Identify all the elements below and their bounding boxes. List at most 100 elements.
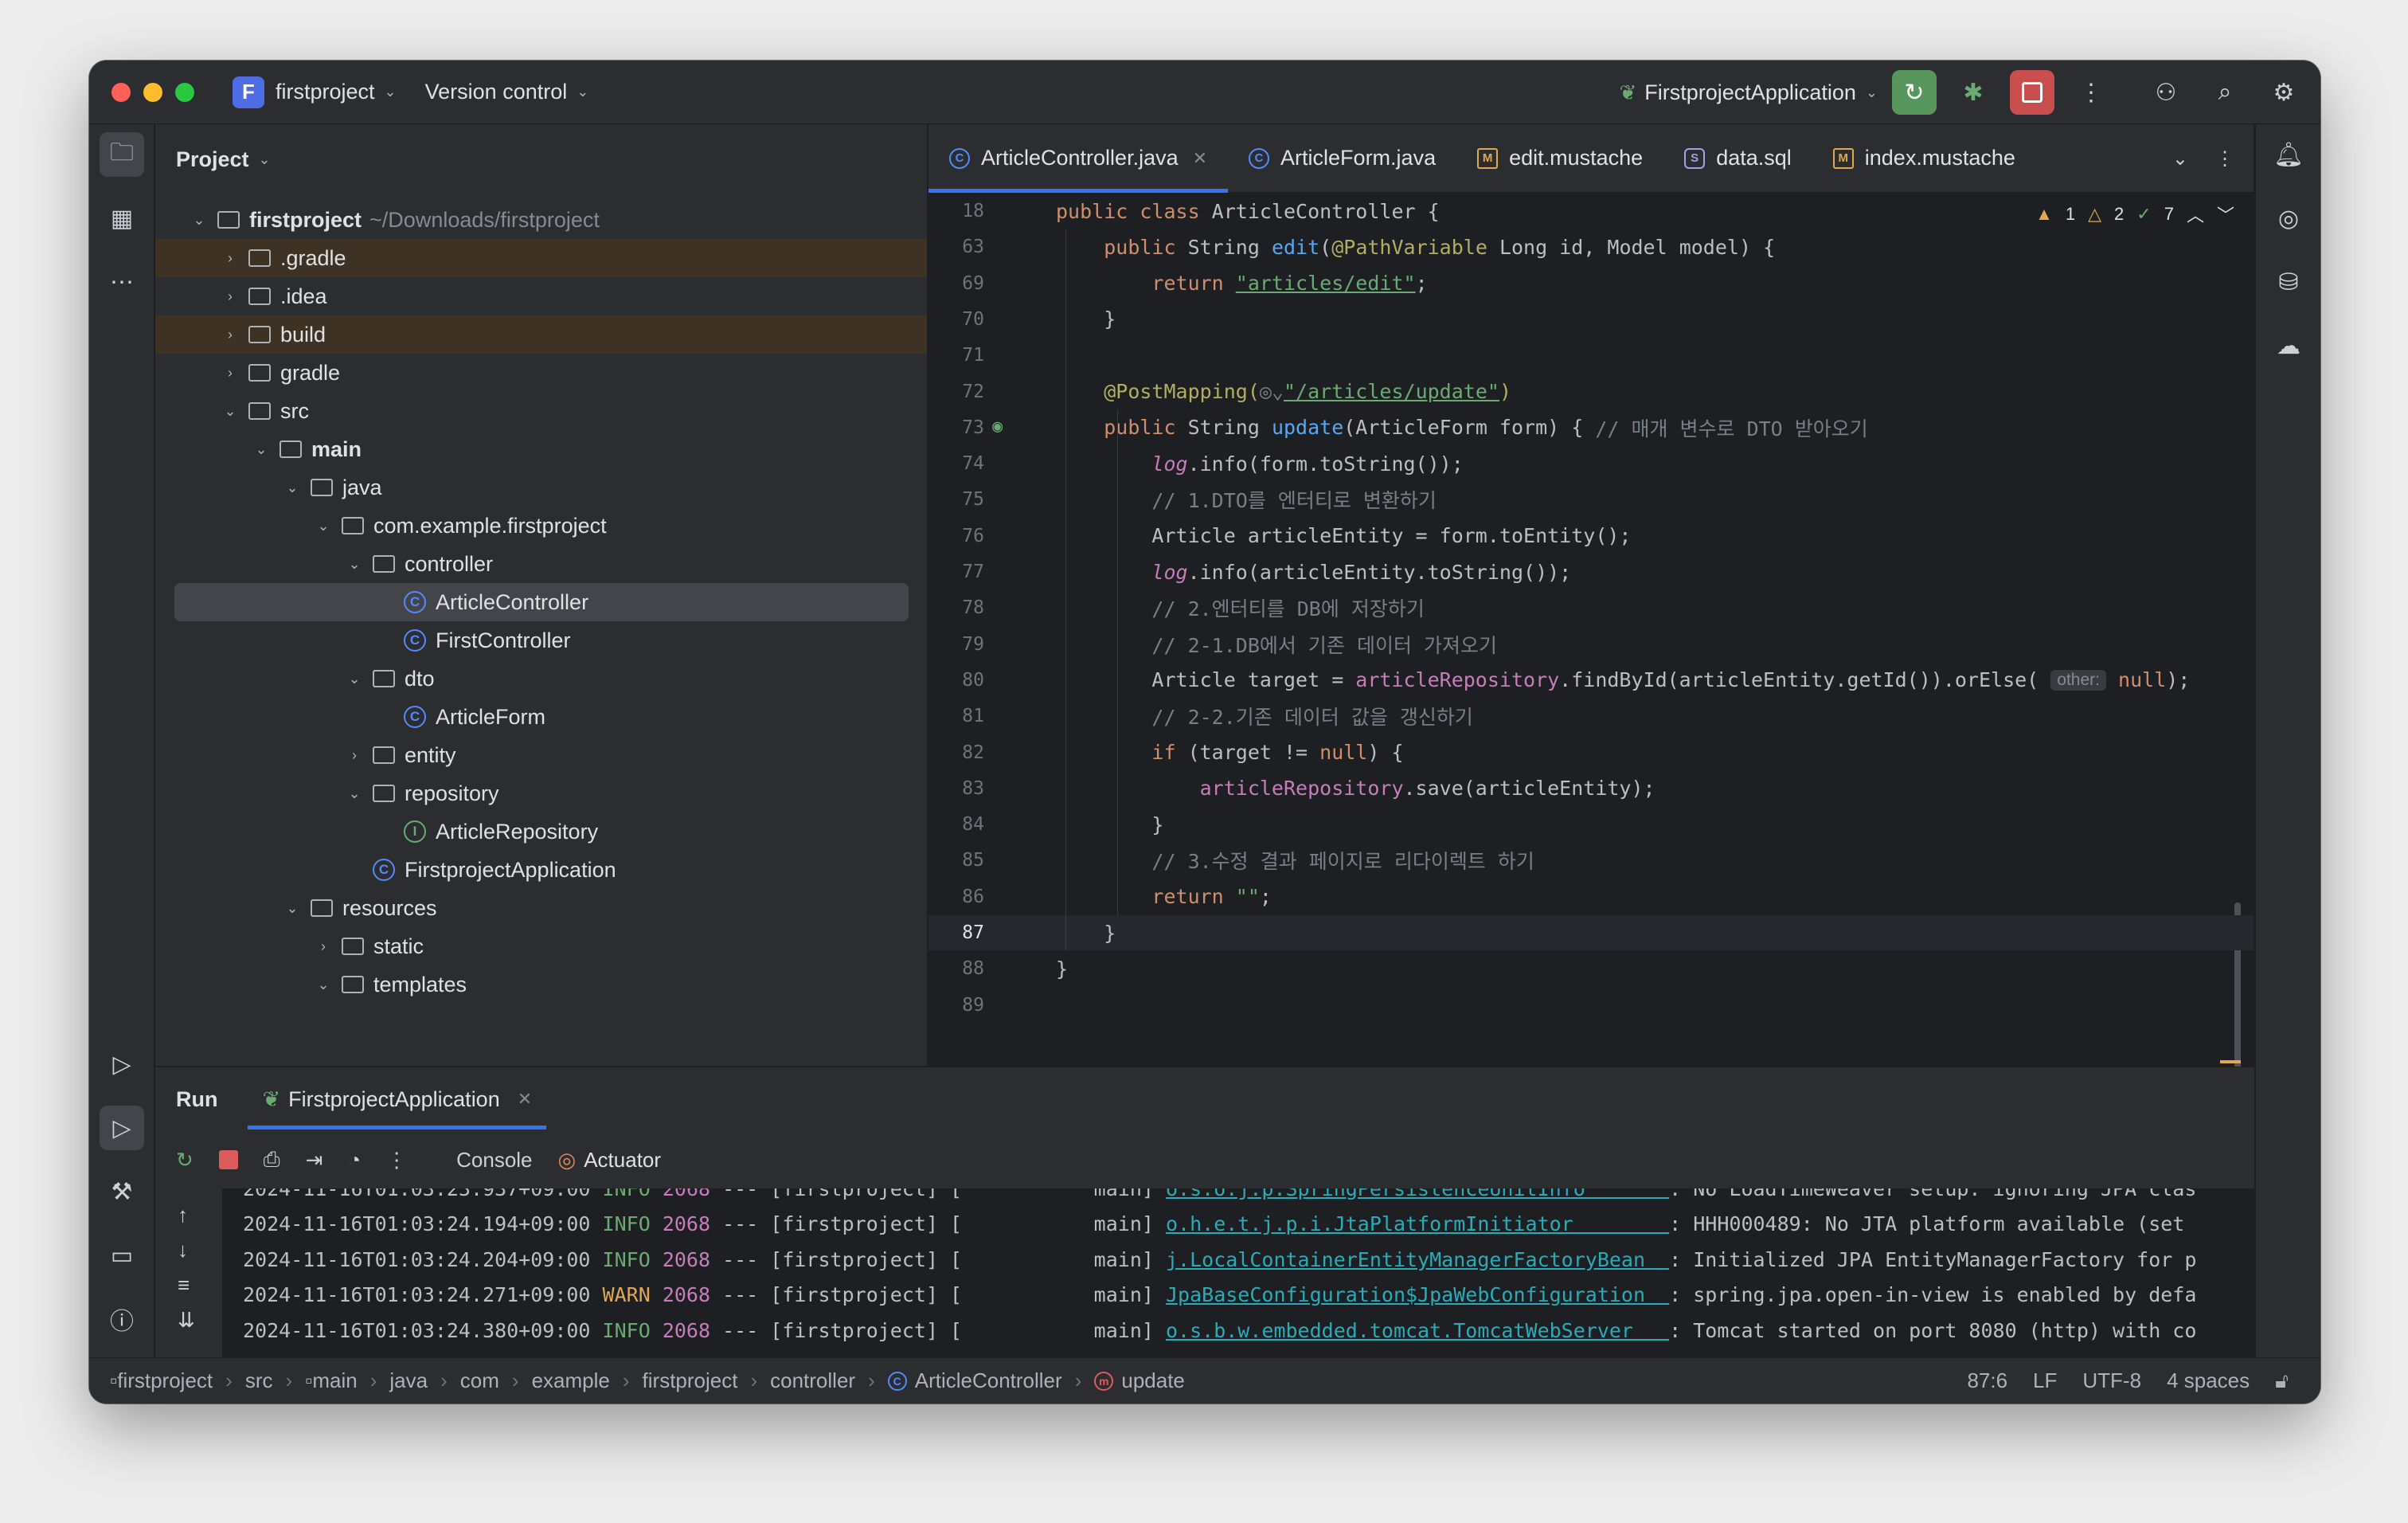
breadcrumb-item[interactable]: firstproject (643, 1368, 738, 1393)
tree-item[interactable]: ⌄ controller (155, 545, 927, 583)
run-configuration-selector[interactable]: ❦ FirstprojectApplication ⌄ (1619, 80, 1878, 105)
search-everywhere-button[interactable]: ⌕ (2203, 70, 2247, 115)
code-line[interactable]: 74 log .info(form.toString()); (928, 446, 2254, 481)
chevron-right-icon[interactable]: › (342, 747, 366, 764)
stop-button[interactable] (2010, 70, 2054, 115)
notifications-button[interactable]: 🔔︎ (2266, 132, 2311, 177)
project-switcher[interactable]: firstproject (276, 80, 375, 104)
close-icon[interactable]: ✕ (518, 1089, 532, 1110)
tree-item[interactable]: › static (155, 927, 927, 965)
chevron-down-icon[interactable]: ⌄ (2172, 147, 2188, 170)
code-line[interactable]: 78 // 2.엔터티를 DB에 저장하기 (928, 590, 2254, 625)
settings-button[interactable]: ⚙ (2261, 70, 2306, 115)
debug-button[interactable]: ✱ (1951, 70, 1996, 115)
tree-item[interactable]: C FirstprojectApplication (155, 851, 927, 889)
tree-item[interactable]: ⌄ templates (155, 965, 927, 1004)
log-logger[interactable]: o.s.b.w.embedded.tomcat.TomcatWebServer (1166, 1319, 1669, 1342)
chevron-right-icon[interactable]: › (218, 250, 242, 267)
chevron-down-icon[interactable]: ⌄ (342, 556, 366, 573)
more-tools-button[interactable]: ⋯ (100, 260, 144, 304)
editor-tab[interactable]: C ArticleController.java ✕ (928, 124, 1229, 193)
code-line[interactable]: 81 // 2-2.기존 데이터 값을 갱신하기 (928, 699, 2254, 734)
code-line[interactable]: 80 Article target = articleRepository .fi… (928, 663, 2254, 698)
terminal-tool-button[interactable]: ▭ (100, 1233, 144, 1278)
code-line[interactable]: 69 return "articles/edit"; (928, 266, 2254, 301)
chevron-down-icon[interactable]: ⌄ (280, 900, 304, 917)
code-line[interactable]: 71 (928, 338, 2254, 373)
tree-item[interactable]: › .gradle (155, 239, 927, 277)
code-line[interactable]: 77 log .info(articleEntity.toString()); (928, 554, 2254, 589)
chevron-down-icon[interactable]: ⌄ (187, 212, 211, 229)
code-line[interactable]: 70 } (928, 302, 2254, 337)
tree-item[interactable]: ⌄ dto (155, 660, 927, 698)
breadcrumb-item[interactable]: firstproject (117, 1368, 213, 1393)
exit-icon[interactable]: ⇥ (306, 1148, 323, 1173)
log-logger[interactable]: j.LocalContainerEntityManagerFactoryBean (1166, 1248, 1669, 1271)
chevron-down-icon[interactable]: ⌄ (342, 785, 366, 802)
chevron-right-icon[interactable]: › (218, 327, 242, 343)
code-line[interactable]: 88} (928, 951, 2254, 986)
code-line[interactable]: 86 return ""; (928, 879, 2254, 914)
gauge-icon[interactable]: ◔ (348, 1148, 361, 1173)
ai-assistant-button[interactable]: ◎ (2266, 196, 2311, 241)
code-with-me-button[interactable]: ⚇ (2144, 70, 2188, 115)
console-tab[interactable]: Console (456, 1148, 532, 1173)
close-icon[interactable]: ✕ (1193, 148, 1207, 169)
more-vertical-icon[interactable]: ⋮ (2215, 147, 2234, 170)
tree-item[interactable]: › gradle (155, 354, 927, 392)
code-line[interactable]: 63 public String edit(@PathVariable Long… (928, 229, 2254, 264)
editor-tab[interactable]: C ArticleForm.java (1228, 124, 1456, 193)
file-encoding[interactable]: UTF-8 (2082, 1368, 2141, 1393)
breadcrumb-item[interactable]: java (389, 1368, 428, 1393)
minimize-window-button[interactable] (143, 82, 162, 102)
stop-icon[interactable] (218, 1150, 238, 1169)
run-tool-button[interactable]: ▷ (100, 1106, 144, 1150)
tree-item[interactable]: ⌄ firstproject ~/Downloads/firstproject (155, 201, 927, 239)
code-line[interactable]: 73 ◉ public String update (ArticleForm for… (928, 410, 2254, 445)
scroll-to-end-icon[interactable]: ⇊ (178, 1308, 195, 1333)
warning-stripe-mark[interactable] (2220, 1060, 2241, 1063)
zoom-window-button[interactable] (175, 82, 194, 102)
close-window-button[interactable] (111, 82, 131, 102)
arrow-down-icon[interactable]: ↓ (178, 1238, 188, 1263)
caret-position[interactable]: 87:6 (1967, 1368, 2007, 1393)
code-line[interactable]: 72 @PostMapping(◎⌄ "/articles/update") (928, 374, 2254, 409)
code-line[interactable]: 82 if (target != null) { (928, 735, 2254, 770)
project-badge[interactable]: F (233, 76, 264, 108)
soft-wrap-icon[interactable]: ≡ (178, 1273, 190, 1298)
lock-icon[interactable]: 🔓︎ (2275, 1368, 2289, 1394)
project-tool-button[interactable]: 🗀 (100, 132, 144, 177)
chevron-down-icon[interactable]: ⌄ (577, 84, 588, 100)
chevron-down-icon[interactable]: ⌄ (342, 671, 366, 687)
chevron-down-icon[interactable]: ⌄ (218, 403, 242, 420)
more-vertical-icon[interactable]: ⋮ (386, 1148, 407, 1173)
chevron-down-icon[interactable]: ⌄ (311, 977, 335, 993)
rerun-icon[interactable]: ↻ (176, 1148, 194, 1173)
run-tab[interactable]: ❦ FirstprojectApplication ✕ (248, 1067, 546, 1131)
code-line[interactable]: 18 public class ArticleController { (928, 194, 2254, 229)
structure-tool-button[interactable]: ▦ (100, 196, 144, 241)
gradle-tool-button[interactable]: ☁ (2266, 323, 2311, 368)
database-tool-button[interactable]: ⛁ (2266, 260, 2311, 304)
arrow-up-icon[interactable]: ↑ (178, 1203, 188, 1227)
tree-item[interactable]: › build (155, 315, 927, 354)
project-panel-header[interactable]: Project ⌄ (155, 124, 927, 194)
code-line[interactable]: 84 } (928, 807, 2254, 842)
tree-item[interactable]: C ArticleForm (155, 698, 927, 736)
code-line[interactable]: 76 Article articleEntity = form.toEntity… (928, 519, 2254, 554)
chevron-right-icon[interactable]: › (218, 288, 242, 305)
code-line[interactable]: 75 // 1.DTO를 엔터티로 변환하기 (928, 482, 2254, 517)
code-line[interactable]: 79 // 2-1.DB에서 기존 데이터 가져오기 (928, 627, 2254, 662)
chevron-right-icon[interactable]: › (218, 365, 242, 382)
tree-item[interactable]: ⌄ src (155, 392, 927, 430)
code-line[interactable]: 87 } (928, 915, 2254, 950)
breadcrumb-item[interactable]: update (1121, 1368, 1185, 1393)
editor-tab[interactable]: Medit.mustache (1456, 124, 1663, 193)
actuator-tab[interactable]: ◎ Actuator (558, 1148, 662, 1173)
code-line[interactable]: 83 articleRepository .save(articleEntity)… (928, 771, 2254, 806)
log-logger[interactable]: o.s.o.j.p.SpringPersistenceUnitInfo (1166, 1188, 1669, 1200)
chevron-right-icon[interactable]: › (311, 938, 335, 955)
problems-tool-button[interactable]: ⓘ (100, 1297, 144, 1341)
code-line[interactable]: 89 (928, 988, 2254, 1023)
tree-item[interactable]: › .idea (155, 277, 927, 315)
